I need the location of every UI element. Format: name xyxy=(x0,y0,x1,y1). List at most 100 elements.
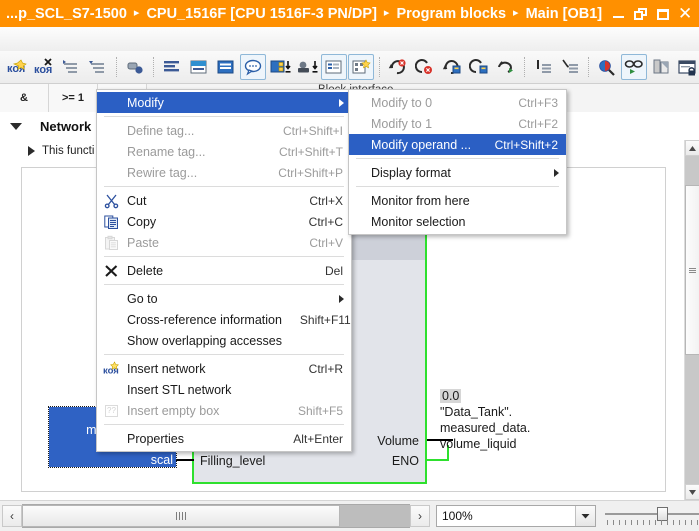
zoom-slider-handle[interactable] xyxy=(657,507,668,521)
menu-item-cut[interactable]: Cut Ctrl+X xyxy=(97,190,351,211)
breadcrumb: ...p_SCL_S7-1500 ▸ CPU_1516F [CPU 1516F-… xyxy=(6,6,612,22)
monitor-glasses-icon[interactable] xyxy=(621,54,647,80)
upload-from-device-icon[interactable] xyxy=(294,54,320,80)
menu-item-show-overlapping-accesses-label: Show overlapping accesses xyxy=(127,333,282,348)
vertical-scroll-thumb[interactable] xyxy=(685,185,699,355)
show-hide-comments-icon[interactable] xyxy=(159,54,185,80)
breakpoint-icon[interactable] xyxy=(412,54,438,80)
scissors-icon xyxy=(103,192,120,209)
submenu-item-monitor-selection[interactable]: Monitor selection xyxy=(349,211,566,232)
network-description-text: This functi xyxy=(42,145,95,157)
submenu-item-modify-to-1: Modify to 1 Ctrl+F2 xyxy=(349,113,566,134)
balloon-comment-icon[interactable] xyxy=(240,54,266,80)
restore-button[interactable] xyxy=(634,7,648,21)
scroll-right-button[interactable]: › xyxy=(410,505,430,527)
cross-reference-icon[interactable] xyxy=(594,54,620,80)
menu-item-insert-network[interactable]: коя Insert network Ctrl+R xyxy=(97,358,351,379)
menu-item-delete[interactable]: Delete Del xyxy=(97,260,351,281)
insert-network-icon[interactable]: коя xyxy=(4,54,30,80)
menu-item-properties-label: Properties xyxy=(127,431,184,446)
lock-block-icon[interactable] xyxy=(675,54,699,80)
menu-item-properties[interactable]: Properties Alt+Enter xyxy=(97,428,351,449)
network-title: Network xyxy=(40,118,92,134)
menu-item-cross-reference-information-shortcut: Shift+F11 xyxy=(299,312,351,327)
step-into-icon[interactable] xyxy=(466,54,492,80)
toolbar-separator xyxy=(588,57,590,77)
step-back-icon[interactable] xyxy=(439,54,465,80)
toolbar-separator xyxy=(379,57,381,77)
menu-item-copy-shortcut: Ctrl+C xyxy=(308,214,343,229)
bookmark-set-icon[interactable] xyxy=(530,54,556,80)
insert-empty-box-icon[interactable] xyxy=(348,54,374,80)
menu-item-cross-reference-information[interactable]: Cross-reference information Shift+F11 xyxy=(97,309,351,330)
submenu-item-modify-to-1-shortcut: Ctrl+F2 xyxy=(518,116,558,131)
block-interface-icon[interactable] xyxy=(321,54,347,80)
absolute-symbolic-icon[interactable] xyxy=(122,54,148,80)
empty-box-icon: ?? xyxy=(103,402,120,419)
menu-item-cut-label: Cut xyxy=(127,193,147,208)
and-box-button[interactable]: & xyxy=(0,84,49,112)
submenu-item-modify-to-0-label: Modify to 0 xyxy=(371,95,433,110)
horizontal-scroll-thumb[interactable] xyxy=(22,505,340,527)
network-comments-icon[interactable] xyxy=(186,54,212,80)
output-operand[interactable]: 0.0 "Data_Tank". measured_data. volume_l… xyxy=(440,388,530,452)
minimize-button[interactable] xyxy=(612,7,626,21)
zoom-slider[interactable] xyxy=(605,504,699,528)
copy-icon xyxy=(103,213,120,230)
chevron-down-icon[interactable] xyxy=(575,506,595,526)
breadcrumb-item-program-blocks[interactable]: Program blocks xyxy=(396,6,506,22)
menu-separator xyxy=(104,116,344,117)
context-submenu-modify[interactable]: Modify to 0 Ctrl+F3 Modify to 1 Ctrl+F2 Modi… xyxy=(348,89,567,235)
submenu-item-modify-to-0-shortcut: Ctrl+F3 xyxy=(518,95,558,110)
scroll-up-button[interactable] xyxy=(685,140,699,156)
expand-triangle-icon[interactable] xyxy=(28,146,35,156)
compare-icon[interactable] xyxy=(648,54,674,80)
vertical-scrollbar[interactable] xyxy=(684,140,699,500)
context-menu[interactable]: Modify Define tag... Ctrl+Shift+I Rename ta… xyxy=(96,89,352,452)
submenu-item-display-format[interactable]: Display format xyxy=(349,162,566,183)
zoom-combobox[interactable]: 100% xyxy=(436,505,596,527)
maximize-button[interactable] xyxy=(656,7,670,21)
paste-icon xyxy=(103,234,120,251)
lad-output-pin-volume[interactable]: Volume xyxy=(377,434,419,448)
menu-item-insert-stl-network-label: Insert STL network xyxy=(127,382,232,397)
menu-item-show-overlapping-accesses[interactable]: Show overlapping accesses xyxy=(97,330,351,351)
submenu-item-modify-operand[interactable]: Modify operand ... Ctrl+Shift+2 xyxy=(349,134,566,155)
menu-item-rewire-tag: Rewire tag... Ctrl+Shift+P xyxy=(97,162,351,183)
collapse-all-icon[interactable] xyxy=(58,54,84,80)
close-button[interactable]: ✕ xyxy=(678,5,692,22)
monitoring-on-icon[interactable] xyxy=(385,54,411,80)
delete-x-icon xyxy=(103,262,120,279)
horizontal-scroll-track[interactable] xyxy=(22,504,410,528)
breadcrumb-item-main-ob1[interactable]: Main [OB1] xyxy=(526,6,603,22)
step-over-icon[interactable] xyxy=(493,54,519,80)
submenu-item-monitor-from-here[interactable]: Monitor from here xyxy=(349,190,566,211)
favorites-icon[interactable] xyxy=(213,54,239,80)
menu-item-copy[interactable]: Copy Ctrl+C xyxy=(97,211,351,232)
delete-network-icon[interactable]: коя xyxy=(31,54,57,80)
wire-output-eno xyxy=(427,459,449,461)
menu-item-properties-shortcut: Alt+Enter xyxy=(293,431,343,446)
menu-item-modify[interactable]: Modify xyxy=(97,92,351,113)
tia-portal-window: ...p_SCL_S7-1500 ▸ CPU_1516F [CPU 1516F-… xyxy=(0,0,699,531)
or-box-button[interactable]: >= 1 xyxy=(49,84,98,112)
download-to-device-icon[interactable] xyxy=(267,54,293,80)
scroll-left-button[interactable]: ‹ xyxy=(2,505,22,527)
menu-item-copy-label: Copy xyxy=(127,214,157,229)
menu-item-cut-shortcut: Ctrl+X xyxy=(309,193,343,208)
output-operand-line1: "Data_Tank". xyxy=(440,405,513,419)
collapse-triangle-icon[interactable] xyxy=(10,122,22,130)
submenu-item-modify-operand-shortcut: Ctrl+Shift+2 xyxy=(494,137,558,152)
scroll-down-button[interactable] xyxy=(685,484,699,500)
menu-item-insert-network-shortcut: Ctrl+R xyxy=(308,361,343,376)
menu-item-rewire-tag-shortcut: Ctrl+Shift+P xyxy=(278,165,343,180)
menu-item-insert-stl-network[interactable]: Insert STL network xyxy=(97,379,351,400)
breadcrumb-item-cpu[interactable]: CPU_1516F [CPU 1516F-3 PN/DP] xyxy=(146,6,376,22)
breadcrumb-item-project[interactable]: ...p_SCL_S7-1500 xyxy=(6,6,127,22)
expand-all-icon[interactable] xyxy=(85,54,111,80)
lad-output-pin-eno[interactable]: ENO xyxy=(392,454,419,468)
lad-input-pin-filling-level[interactable]: Filling_level xyxy=(200,454,265,468)
toolbar-separator xyxy=(116,57,118,77)
bookmark-clear-icon[interactable] xyxy=(557,54,583,80)
menu-item-go-to[interactable]: Go to xyxy=(97,288,351,309)
